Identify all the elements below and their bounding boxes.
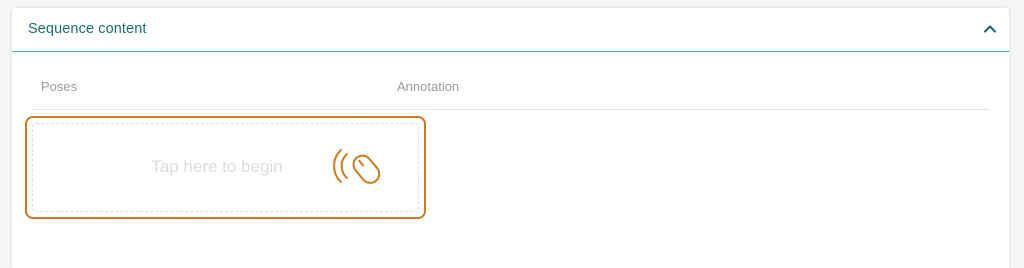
header-divider (33, 109, 990, 110)
column-header-poses: Poses (41, 79, 78, 94)
panel-title: Sequence content (28, 21, 147, 37)
chevron-up-icon (983, 25, 997, 33)
tap-mouse-icon (333, 149, 381, 184)
panel-header[interactable]: Sequence content (12, 8, 1009, 52)
collapse-button[interactable] (981, 20, 999, 38)
tap-to-begin-zone[interactable]: Tap here to begin (25, 116, 426, 219)
column-header-annotation: Annotation (397, 79, 460, 94)
